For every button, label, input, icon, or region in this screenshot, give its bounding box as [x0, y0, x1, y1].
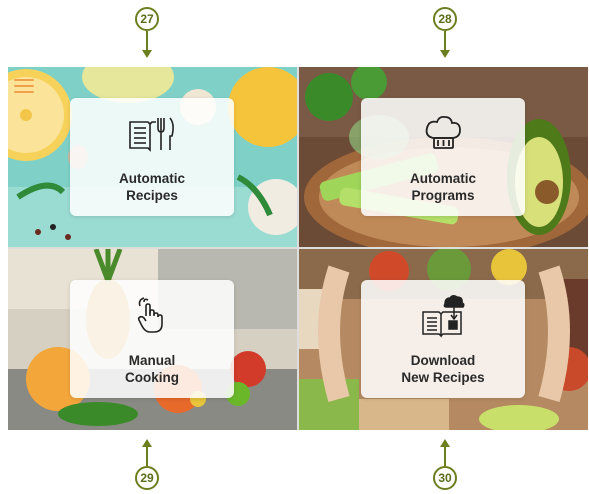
- callout-29: 29: [135, 466, 159, 490]
- tile-automatic-programs[interactable]: Automatic Programs: [299, 67, 588, 247]
- book-cloud-download-icon: [417, 294, 469, 338]
- home-screen: Automatic Recipes Automatic Programs Man…: [8, 67, 588, 430]
- automatic-programs-label: Automatic Programs: [409, 171, 476, 203]
- callout-29-arrowhead: [142, 439, 152, 447]
- download-new-recipes-label: Download New Recipes: [401, 353, 485, 385]
- callout-28-arrow: [444, 31, 446, 51]
- recipe-book-cutlery-icon: [126, 112, 178, 156]
- tile-download-new-recipes[interactable]: Download New Recipes: [299, 249, 588, 430]
- callout-30: 30: [433, 466, 457, 490]
- manual-cooking-card[interactable]: Manual Cooking: [70, 280, 234, 398]
- hand-tap-icon: [126, 294, 178, 338]
- callout-30-arrow: [444, 446, 446, 466]
- callout-27: 27: [135, 7, 159, 31]
- automatic-programs-card[interactable]: Automatic Programs: [361, 98, 525, 216]
- automatic-recipes-card[interactable]: Automatic Recipes: [70, 98, 234, 216]
- callout-29-arrow: [146, 446, 148, 466]
- callout-30-arrowhead: [440, 439, 450, 447]
- hamburger-menu-icon[interactable]: [14, 79, 34, 93]
- chef-hat-icon: [417, 112, 469, 156]
- tile-automatic-recipes[interactable]: Automatic Recipes: [8, 67, 297, 247]
- callout-27-arrow: [146, 31, 148, 51]
- callout-28: 28: [433, 7, 457, 31]
- automatic-recipes-label: Automatic Recipes: [118, 171, 185, 203]
- manual-cooking-label: Manual Cooking: [125, 353, 179, 385]
- tile-manual-cooking[interactable]: Manual Cooking: [8, 249, 297, 430]
- download-new-recipes-card[interactable]: Download New Recipes: [361, 280, 525, 398]
- callout-27-arrowhead: [142, 50, 152, 58]
- callout-28-arrowhead: [440, 50, 450, 58]
